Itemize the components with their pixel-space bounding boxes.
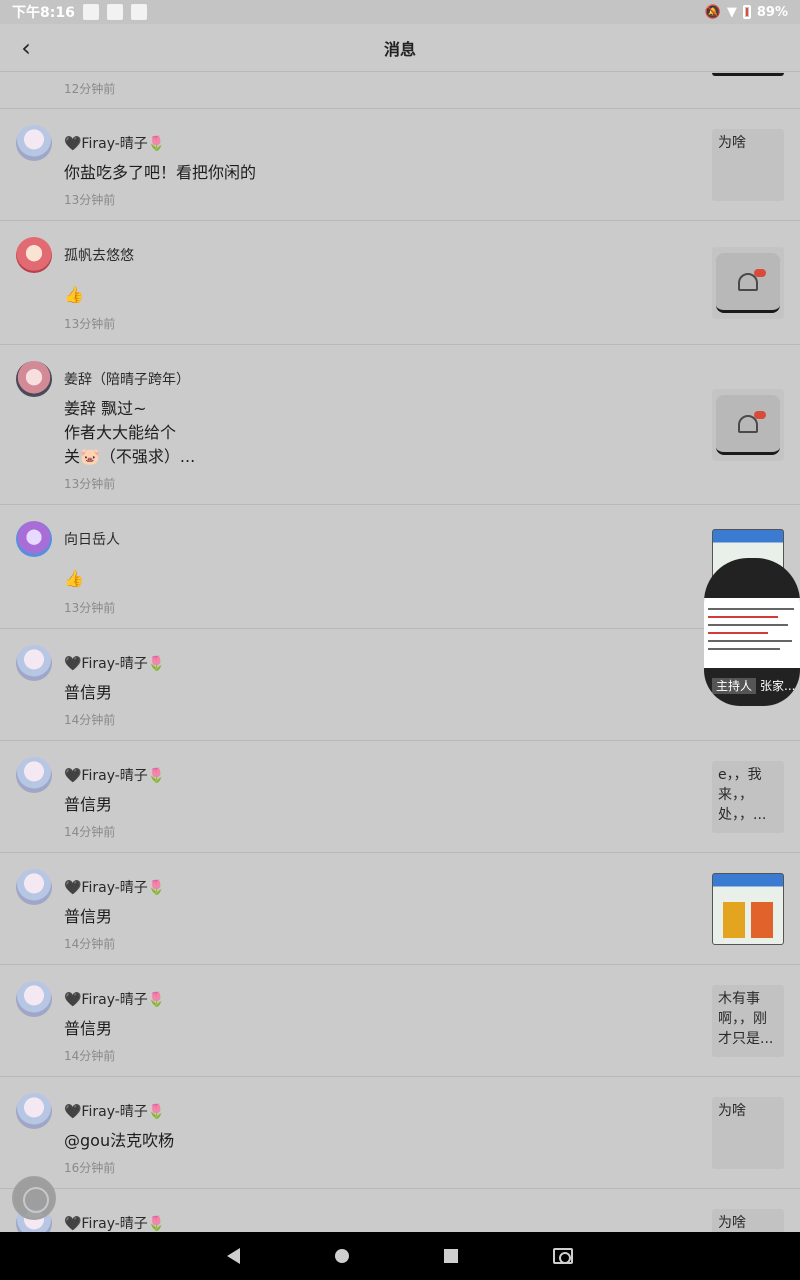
list-item[interactable]: 🖤Firay-晴子🌷 普信男 14分钟前 <box>0 853 800 965</box>
message-time: 14分钟前 <box>64 713 116 727</box>
avatar[interactable] <box>16 869 52 905</box>
video-preview <box>704 598 800 668</box>
screen: 下午8:16 🔕 ▼ 89% ‹ 消息 12分钟前 🖤Firay-晴子🌷 你盐吃… <box>0 0 800 1280</box>
video-caption: 主持人 张家... <box>712 677 795 694</box>
avatar[interactable] <box>16 1093 52 1129</box>
user-name[interactable]: 🖤Firay-晴子🌷 <box>64 653 165 673</box>
message-list[interactable]: 12分钟前 🖤Firay-晴子🌷 你盐吃多了吧！看把你闲的 13分钟前 为啥 孤… <box>0 72 800 1232</box>
message-body: 普信男 <box>64 683 113 702</box>
message-body: 普信男 <box>64 907 113 926</box>
list-item[interactable]: 姜辞（陪晴子跨年） 姜辞 飘过~ 作者大大能给个 关🐷（不强求）... 13分钟… <box>0 345 800 505</box>
user-name[interactable]: 🖤Firay-晴子🌷 <box>64 1213 165 1232</box>
like-icon: 👍 <box>64 569 84 588</box>
nav-home-icon[interactable] <box>335 1249 350 1263</box>
message-body: @gou法克吹杨 <box>64 1131 175 1150</box>
post-thumbnail[interactable]: 木有事啊，，刚才只是... <box>712 985 784 1057</box>
avatar[interactable] <box>16 125 52 161</box>
avatar[interactable] <box>16 361 52 397</box>
nav-recents-icon[interactable] <box>443 1249 458 1263</box>
message-time: 14分钟前 <box>64 825 116 839</box>
post-thumbnail[interactable]: 为啥 <box>712 1097 784 1169</box>
post-thumbnail[interactable] <box>712 72 784 76</box>
avatar[interactable] <box>16 237 52 273</box>
wifi-icon: ▼ <box>726 4 737 20</box>
post-thumbnail[interactable] <box>712 247 784 319</box>
message-time: 16分钟前 <box>64 1161 116 1175</box>
list-item[interactable]: 🖤Firay-晴子🌷 为啥 <box>0 1189 800 1232</box>
post-thumbnail[interactable]: 为啥 <box>712 129 784 201</box>
post-thumbnail[interactable] <box>712 873 784 945</box>
post-thumbnail[interactable]: 为啥 <box>712 1209 784 1232</box>
message-body: 你盐吃多了吧！看把你闲的 <box>64 163 257 182</box>
gallery-icon <box>82 4 99 20</box>
user-name[interactable]: 🖤Firay-晴子🌷 <box>64 877 165 897</box>
list-item[interactable]: 🖤Firay-晴子🌷 你盐吃多了吧！看把你闲的 13分钟前 为啥 <box>0 109 800 221</box>
header: ‹ 消息 <box>0 24 800 72</box>
message-time: 13分钟前 <box>64 477 116 491</box>
list-item[interactable]: 孤帆去悠悠 👍 13分钟前 <box>0 221 800 345</box>
message-time: 12分钟前 <box>64 82 116 96</box>
message-body: 普信男 <box>64 795 113 814</box>
message-time: 14分钟前 <box>64 937 116 951</box>
status-bar: 下午8:16 🔕 ▼ 89% <box>0 0 800 24</box>
nav-back-icon[interactable] <box>227 1248 241 1264</box>
message-time: 13分钟前 <box>64 193 116 207</box>
message-time: 14分钟前 <box>64 1049 116 1063</box>
list-item[interactable]: 12分钟前 <box>0 72 800 109</box>
back-button[interactable]: ‹ <box>12 34 40 62</box>
battery-level: 89% <box>756 4 788 20</box>
user-name[interactable]: 孤帆去悠悠 <box>64 245 134 265</box>
ghost-icon <box>738 268 766 291</box>
post-thumbnail[interactable] <box>712 389 784 461</box>
list-item[interactable]: 🖤Firay-晴子🌷 @gou法克吹杨 16分钟前 为啥 <box>0 1077 800 1189</box>
list-item[interactable]: 🖤Firay-晴子🌷 普信男 14分钟前 e，，我来，，处，，... <box>0 741 800 853</box>
page-title: 消息 <box>383 39 416 59</box>
list-item[interactable]: 🖤Firay-晴子🌷 普信男 14分钟前 木有事啊，，刚才只是... <box>0 965 800 1077</box>
post-thumbnail[interactable]: e，，我来，，处，，... <box>712 761 784 833</box>
assistive-touch-button[interactable] <box>12 1176 56 1220</box>
app-notification-icon <box>106 4 123 20</box>
host-tag: 主持人 <box>712 678 757 694</box>
list-item[interactable]: 向日岳人 👍 13分钟前 <box>0 505 800 629</box>
chevron-left-icon: ‹ <box>21 34 31 62</box>
message-time: 13分钟前 <box>64 317 116 331</box>
app-notification-icon-2 <box>130 4 147 20</box>
like-icon: 👍 <box>64 285 84 304</box>
avatar[interactable] <box>16 757 52 793</box>
user-name[interactable]: 🖤Firay-晴子🌷 <box>64 133 165 153</box>
floating-video-window[interactable]: 主持人 张家... <box>704 558 800 706</box>
user-name[interactable]: 🖤Firay-晴子🌷 <box>64 989 165 1009</box>
navigation-bar <box>0 1232 800 1280</box>
ghost-icon <box>738 410 766 433</box>
avatar[interactable] <box>16 521 52 557</box>
message-time: 13分钟前 <box>64 601 116 615</box>
mute-icon: 🔕 <box>704 4 721 20</box>
message-body: 普信男 <box>64 1019 113 1038</box>
user-name[interactable]: 向日岳人 <box>64 529 120 549</box>
screenshot-icon[interactable] <box>552 1248 573 1264</box>
battery-icon <box>742 5 751 19</box>
list-item[interactable]: 🖤Firay-晴子🌷 普信男 14分钟前 <box>0 629 800 741</box>
avatar[interactable] <box>16 981 52 1017</box>
message-body: 姜辞 飘过~ 作者大大能给个 关🐷（不强求）... <box>64 399 196 466</box>
user-name[interactable]: 🖤Firay-晴子🌷 <box>64 765 165 785</box>
user-name[interactable]: 姜辞（陪晴子跨年） <box>64 369 190 389</box>
user-name[interactable]: 🖤Firay-晴子🌷 <box>64 1101 165 1121</box>
status-time: 下午8:16 <box>12 5 75 21</box>
avatar[interactable] <box>16 645 52 681</box>
